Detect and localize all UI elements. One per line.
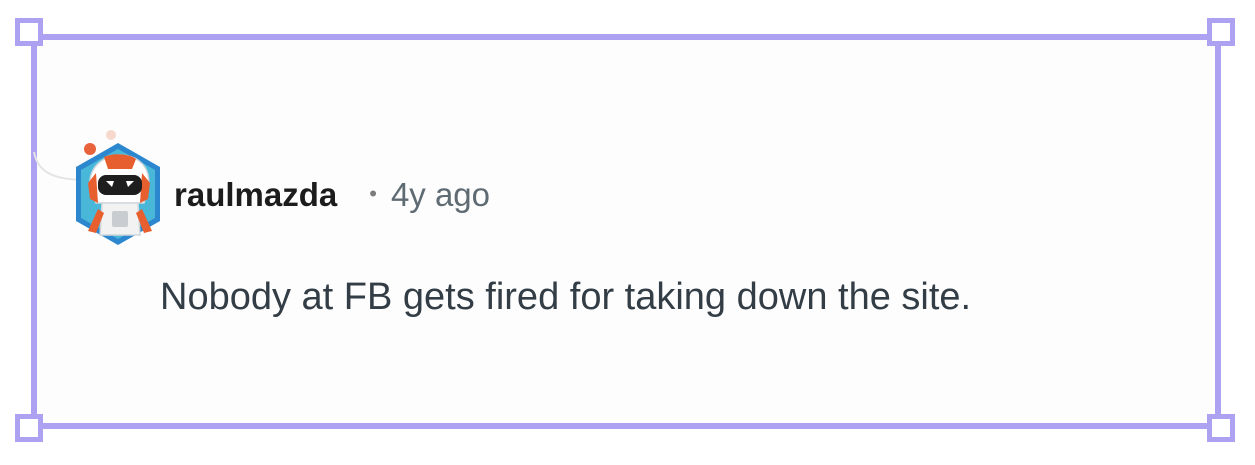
resize-handle-top-right[interactable] <box>1207 18 1235 46</box>
timestamp[interactable]: 4y ago <box>391 176 490 214</box>
comment-header: raulmazda • 4y ago <box>174 172 490 218</box>
meta-separator: • <box>369 181 377 206</box>
username-link[interactable]: raulmazda <box>174 176 337 214</box>
resize-handle-bottom-right[interactable] <box>1207 414 1235 442</box>
resize-handle-top-left[interactable] <box>15 18 43 46</box>
screenshot-stage: raulmazda • 4y ago Nobody at FB gets fir… <box>0 0 1255 465</box>
avatar[interactable] <box>68 127 168 249</box>
comment-body: Nobody at FB gets fired for taking down … <box>160 276 972 318</box>
resize-handle-bottom-left[interactable] <box>15 414 43 442</box>
selection-frame <box>31 34 1221 429</box>
robot-avatar-icon <box>76 130 160 245</box>
